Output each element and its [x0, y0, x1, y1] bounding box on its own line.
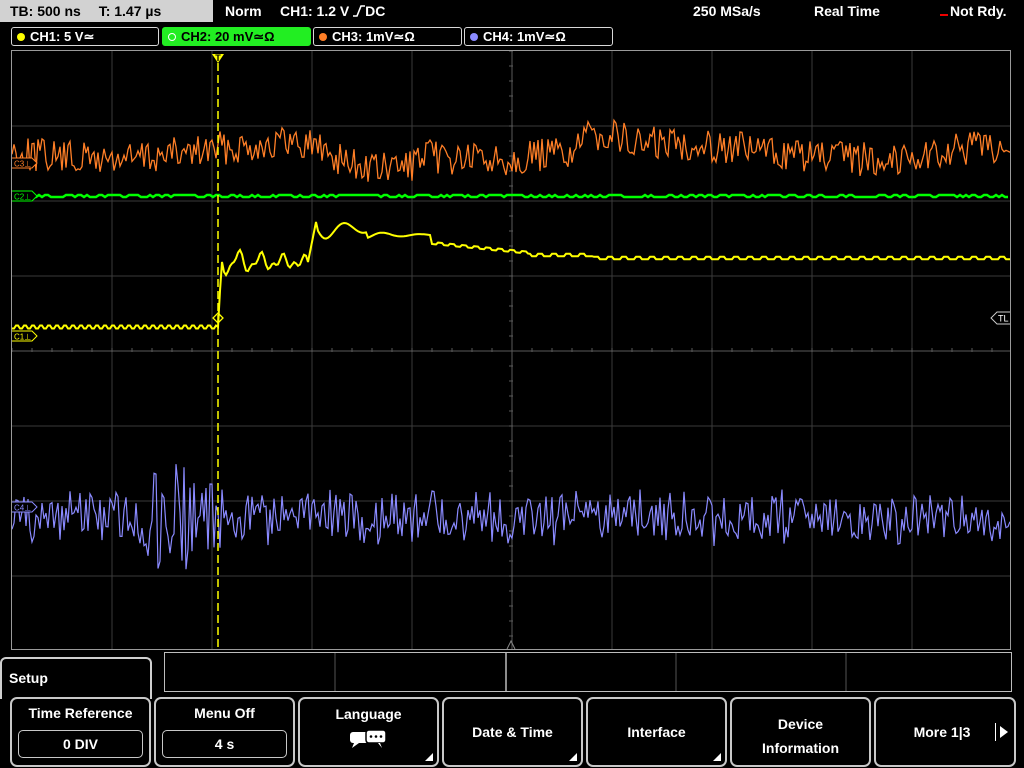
date-time-label: Date & Time	[472, 724, 553, 740]
ch1-label: CH1: 5 V	[30, 29, 84, 44]
ch1-tab[interactable]: CH1: 5 V≃	[11, 27, 159, 46]
page-separator	[995, 723, 996, 741]
status-bar: Norm CH1: 1.2 V DC 250 MSa/s Real Time N…	[215, 0, 1024, 22]
ch1-ground-marker[interactable]: C1⊥	[12, 330, 38, 342]
svg-text:TL: TL	[998, 314, 1009, 324]
ch1-coupling: ≃	[83, 29, 95, 44]
rising-edge-icon	[353, 5, 366, 17]
ch3-ground-marker[interactable]: C3⊥	[12, 157, 38, 169]
graticule	[12, 51, 1010, 649]
device-information-label: Device Information	[762, 716, 839, 756]
ch4-waveform	[12, 464, 1010, 570]
waveform-canvas: T C3⊥ C2⊥ C1⊥ C4⊥ TL	[12, 51, 1010, 649]
interface-label: Interface	[627, 724, 686, 740]
ch4-label: CH4: 1mV	[483, 29, 545, 44]
trigger-position-label: T	[215, 53, 221, 63]
svg-text:C2⊥: C2⊥	[14, 193, 31, 202]
ch3-color-dot	[319, 33, 327, 41]
waveform-display[interactable]: T C3⊥ C2⊥ C1⊥ C4⊥ TL	[11, 50, 1011, 650]
sample-rate: 250 MSa/s	[693, 3, 761, 19]
trigger-source[interactable]: CH1: 1.2 V DC	[280, 0, 385, 22]
language-softkey[interactable]: Language	[298, 697, 439, 767]
ch1-color-dot	[17, 33, 25, 41]
ch3-label: CH3: 1mV	[332, 29, 394, 44]
time-reference-softkey[interactable]: Time Reference 0 DIV	[10, 697, 151, 767]
ch3-waveform	[12, 118, 1010, 182]
trigger-level-marker[interactable]: TL	[990, 311, 1010, 325]
ch4-ground-marker[interactable]: C4⊥	[12, 501, 38, 513]
date-time-softkey[interactable]: Date & Time	[442, 697, 583, 767]
timebase-readout: TB: 500 ns	[10, 3, 81, 19]
run-state-indicator	[940, 14, 948, 16]
device-information-softkey[interactable]: Device Information	[730, 697, 871, 767]
language-label: Language	[335, 706, 402, 722]
center-marker-icon	[506, 639, 516, 649]
ch2-tab[interactable]: CH2: 20 mV≃Ω	[162, 27, 311, 46]
ch2-coupling: ≃Ω	[253, 29, 275, 44]
trigger-time-readout: T: 1.47 µs	[98, 3, 162, 19]
time-reference-value: 0 DIV	[18, 730, 143, 758]
trigger-coupling: DC	[365, 3, 386, 19]
svg-text:C3⊥: C3⊥	[14, 160, 31, 169]
ch4-tab[interactable]: CH4: 1mV≃Ω	[464, 27, 613, 46]
ch4-coupling: ≃Ω	[544, 29, 566, 44]
submenu-corner-icon	[569, 753, 577, 761]
more-softkey[interactable]: More 1|3	[874, 697, 1016, 767]
ch1-waveform	[12, 221, 1010, 330]
time-reference-label: Time Reference	[28, 705, 133, 721]
more-label: More 1|3	[913, 724, 971, 740]
ch3-coupling: ≃Ω	[393, 29, 415, 44]
trigger-source-label: CH1: 1.2 V	[280, 3, 350, 19]
menu-title: Setup	[0, 657, 152, 699]
speech-bubble-icon	[350, 729, 387, 748]
trigger-mode[interactable]: Norm	[225, 0, 262, 22]
ch2-label: CH2: 20 mV	[181, 29, 254, 44]
ch3-tab[interactable]: CH3: 1mV≃Ω	[313, 27, 462, 46]
ch4-color-dot	[470, 33, 478, 41]
ch2-waveform	[12, 193, 1008, 199]
timebase-panel[interactable]: TB: 500 ns T: 1.47 µs	[0, 0, 213, 22]
interface-softkey[interactable]: Interface	[586, 697, 727, 767]
ch2-ground-marker[interactable]: C2⊥	[12, 190, 38, 202]
next-page-icon	[1000, 726, 1008, 738]
run-state-label: Not Rdy.	[950, 3, 1007, 19]
svg-text:C1⊥: C1⊥	[14, 333, 31, 342]
svg-text:C4⊥: C4⊥	[14, 504, 31, 513]
menu-off-softkey[interactable]: Menu Off 4 s	[154, 697, 295, 767]
zoom-overview	[164, 652, 1012, 692]
run-state: Not Rdy.	[940, 0, 1007, 22]
ch2-color-dot	[168, 33, 176, 41]
menu-off-label: Menu Off	[194, 705, 255, 721]
submenu-corner-icon	[713, 753, 721, 761]
submenu-corner-icon	[425, 753, 433, 761]
menu-off-value: 4 s	[162, 730, 287, 758]
acquisition-mode[interactable]: Real Time	[814, 0, 880, 22]
